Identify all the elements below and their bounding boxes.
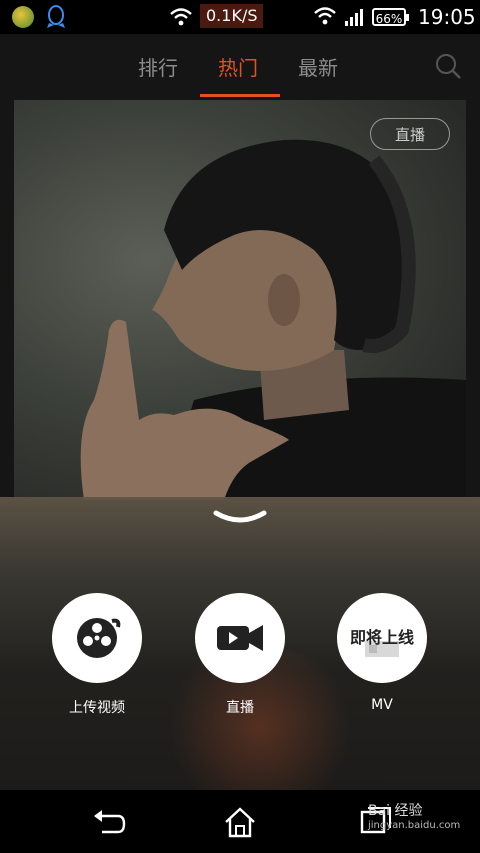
tab-latest[interactable]: 最新 <box>298 52 338 81</box>
film-reel-icon <box>77 618 121 658</box>
video-camera-icon <box>217 625 263 651</box>
search-icon[interactable] <box>434 52 462 80</box>
wifi-signal-icon <box>314 7 336 25</box>
tab-hot[interactable]: 热门 <box>218 52 258 81</box>
home-icon[interactable] <box>220 804 260 840</box>
cell-signal-icon <box>345 9 363 26</box>
wifi-icon <box>170 8 192 26</box>
baidu-jingyan-watermark: Bai 经验 jingyan.baidu.com <box>368 800 460 831</box>
watermark-text: Bai 经验 <box>368 803 423 819</box>
clock: 19:05 <box>418 5 476 29</box>
mv-action[interactable]: 即将上线 MV <box>337 593 427 713</box>
chevron-down-icon[interactable] <box>212 507 268 527</box>
upload-video-button[interactable] <box>52 593 142 683</box>
top-tab-bar: 排行 热门 最新 <box>0 34 480 98</box>
back-icon[interactable] <box>88 804 128 840</box>
mv-label: MV <box>371 697 393 713</box>
coming-soon-text: 即将上线 <box>349 628 414 647</box>
live-badge: 直播 <box>370 118 450 150</box>
status-bar: 0.1K/S 66% 19:05 <box>0 0 480 34</box>
live-action[interactable]: 直播 <box>195 593 285 717</box>
battery-indicator: 66% <box>372 8 409 26</box>
upload-video-label: 上传视频 <box>69 700 125 716</box>
network-speed: 0.1K/S <box>200 4 264 28</box>
tab-ranking[interactable]: 排行 <box>138 52 178 81</box>
active-tab-indicator <box>200 94 280 97</box>
action-sheet: 上传视频 直播 即将上线 MV <box>0 497 480 807</box>
upload-video-action[interactable]: 上传视频 <box>52 593 142 717</box>
person-silhouette <box>80 139 466 500</box>
mv-button[interactable]: 即将上线 <box>337 593 427 683</box>
live-label: 直播 <box>226 700 254 716</box>
video-thumbnail[interactable]: 直播 <box>14 100 466 500</box>
watermark-url: jingyan.baidu.com <box>368 820 461 831</box>
app-notification-icon <box>12 6 34 28</box>
qq-icon <box>47 5 65 28</box>
live-button[interactable] <box>195 593 285 683</box>
